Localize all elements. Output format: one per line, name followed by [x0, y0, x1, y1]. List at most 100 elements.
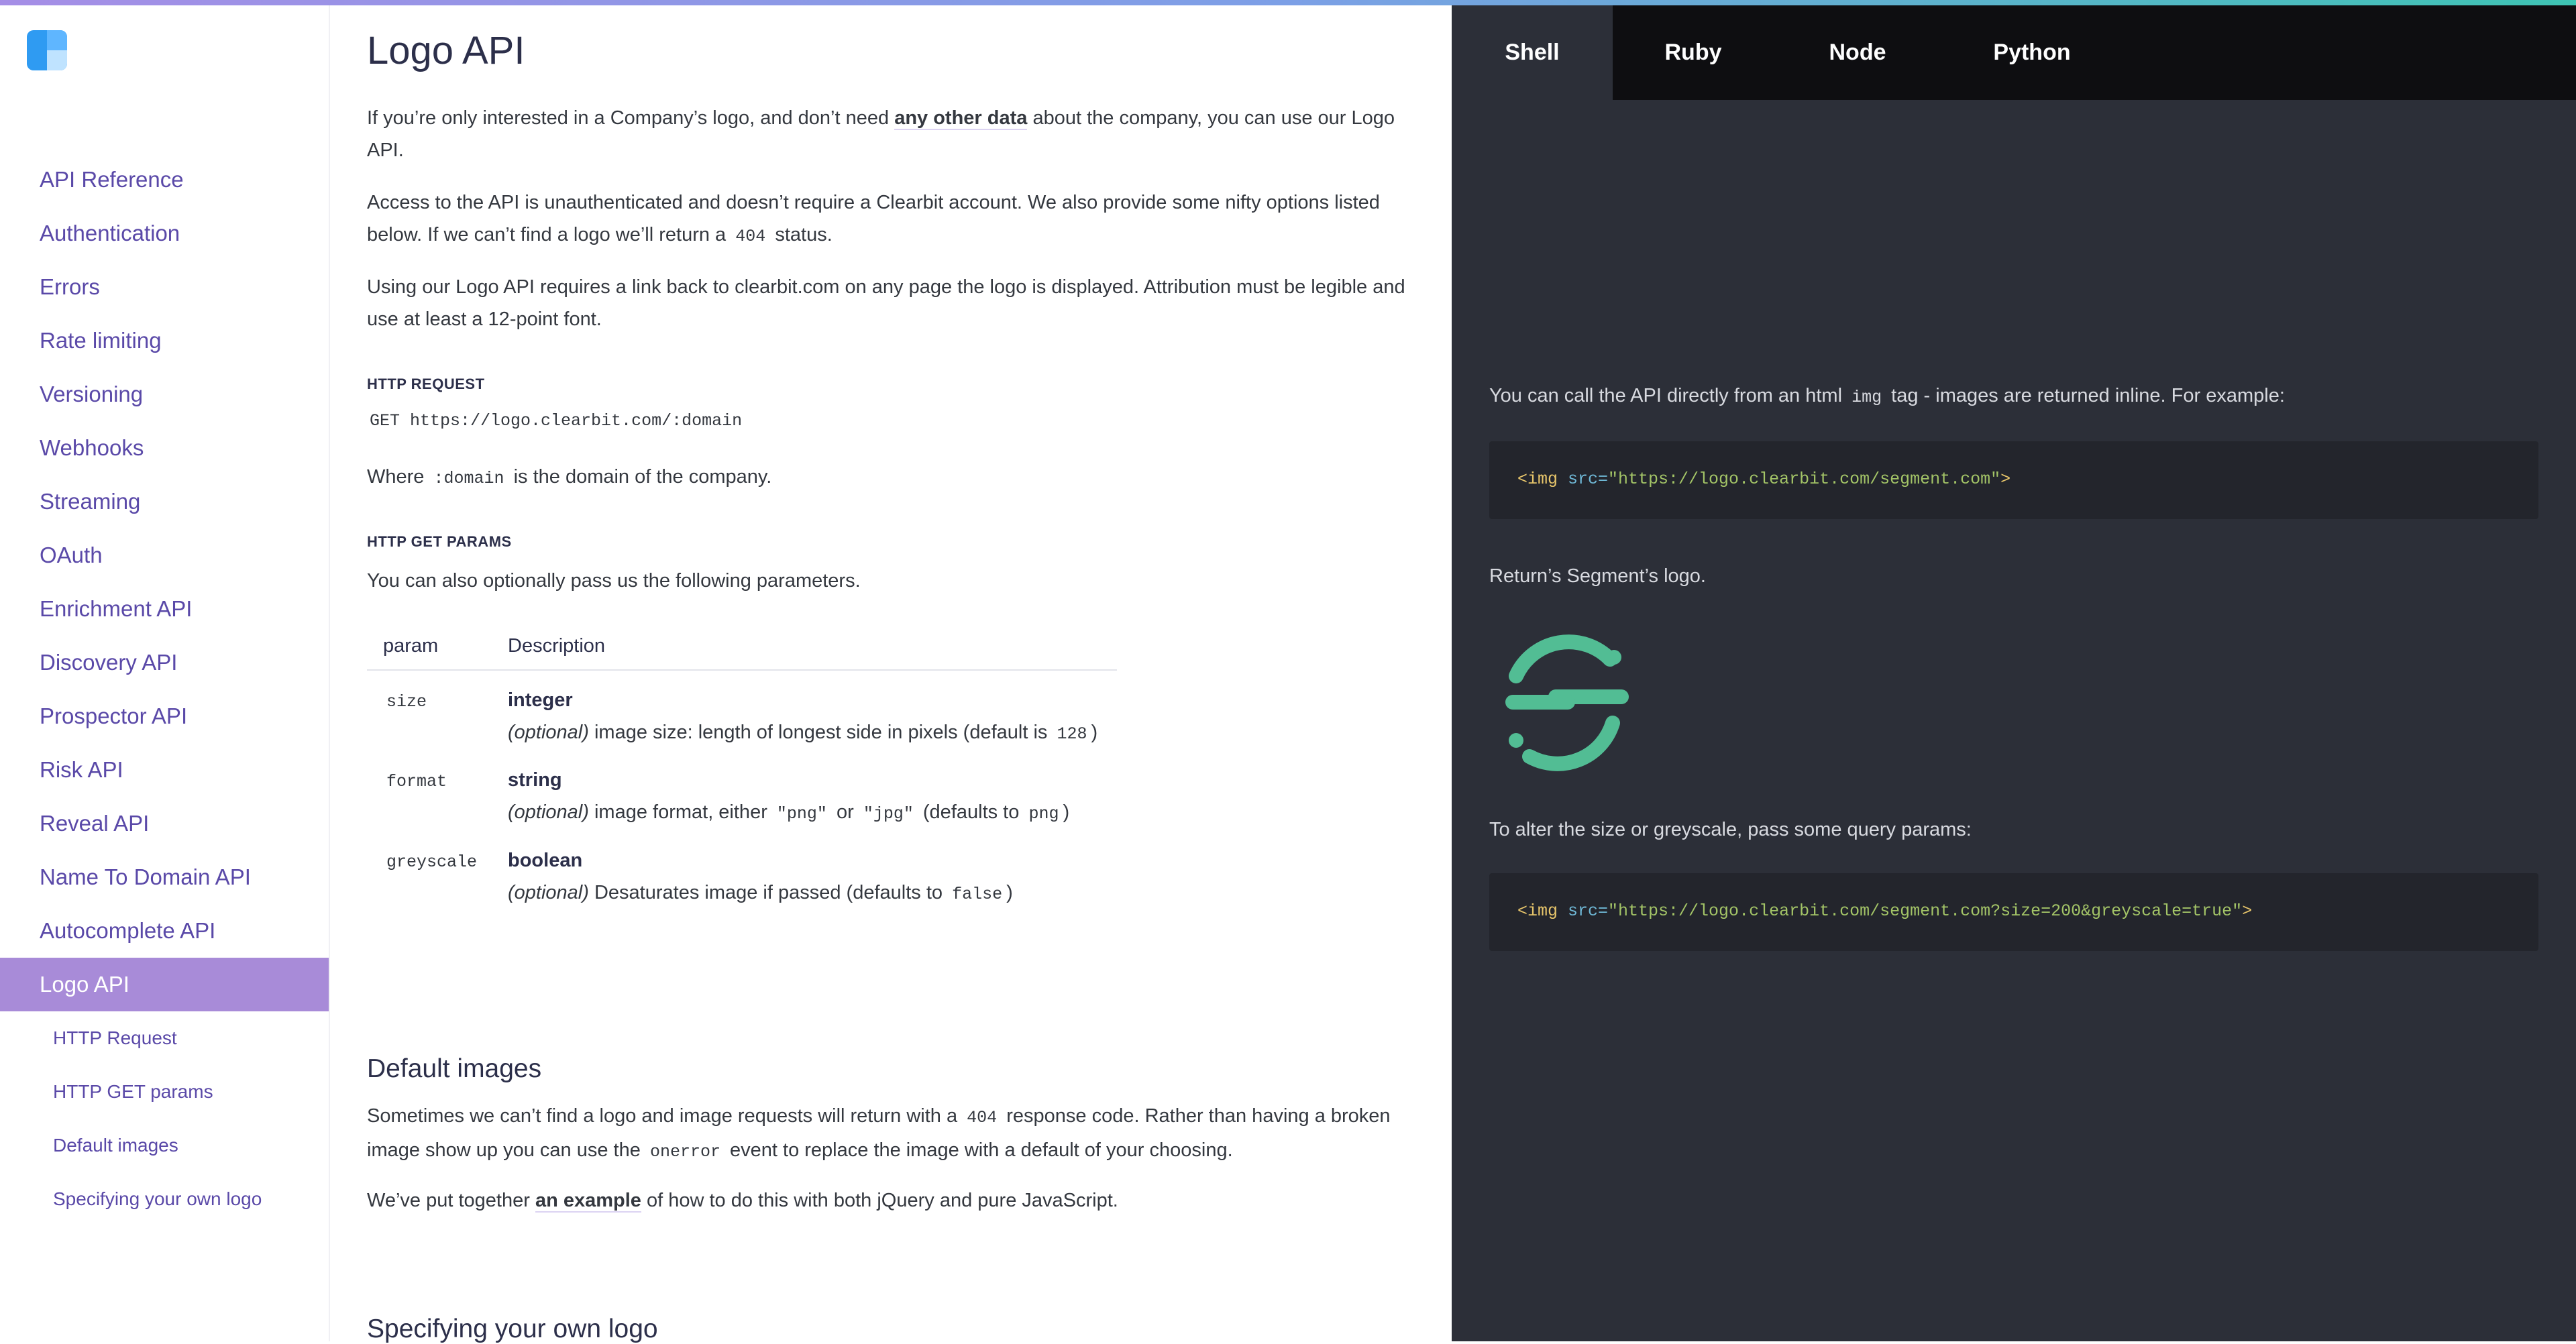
intro-text: Access to the API is unauthenticated and… — [367, 192, 1380, 245]
sidebar-item-autocomplete-api[interactable]: Autocomplete API — [0, 904, 329, 958]
sidebar-item-rate-limiting[interactable]: Rate limiting — [0, 314, 329, 368]
desc-text: (defaults to — [917, 801, 1025, 823]
sidebar-item-api-reference[interactable]: API Reference — [0, 153, 329, 207]
intro-paragraph-1: If you’re only interested in a Company’s… — [367, 102, 1413, 166]
sidebar-subitem-http-request[interactable]: HTTP Request — [0, 1011, 329, 1065]
param-type: boolean — [508, 850, 583, 871]
table-header-row: param Description — [367, 622, 1117, 671]
pane-text: You can call the API directly from an ht… — [1489, 385, 1848, 406]
code-examples-pane: Shell Ruby Node Python You can call the … — [1452, 5, 2576, 1341]
default-images-heading: Default images — [367, 1054, 542, 1083]
segment-logo-icon — [1505, 634, 1629, 771]
code-string: "https://logo.clearbit.com/segment.com" — [1608, 469, 2001, 489]
sidebar-item-logo-api[interactable]: Logo API — [0, 958, 329, 1011]
params-table: param Description size integer (optional… — [367, 622, 1117, 911]
an-example-link[interactable]: an example — [535, 1190, 641, 1213]
code-block-basic: <img src="https://logo.clearbit.com/segm… — [1489, 441, 2538, 519]
alter-size-text: To alter the size or greyscale, pass som… — [1489, 819, 1972, 840]
sidebar-subitem-default-images[interactable]: Default images — [0, 1119, 329, 1172]
param-code: format — [386, 772, 447, 791]
default-images-paragraph-1: Sometimes we can’t find a logo and image… — [367, 1100, 1413, 1168]
desc-text: ) — [1091, 722, 1098, 743]
column-header-description: Description — [492, 622, 1117, 671]
code-block-params: <img src="https://logo.clearbit.com/segm… — [1489, 873, 2538, 951]
sidebar-item-authentication[interactable]: Authentication — [0, 207, 329, 260]
sidebar-item-prospector-api[interactable]: Prospector API — [0, 689, 329, 743]
code-tag: <img — [1517, 901, 1558, 921]
where-text: is the domain of the company. — [508, 466, 772, 488]
inline-code: img — [1851, 388, 1882, 407]
tab-python[interactable]: Python — [1941, 5, 2123, 100]
intro-paragraph-3: Using our Logo API requires a link back … — [367, 276, 1405, 330]
sidebar-item-oauth[interactable]: OAuth — [0, 528, 329, 582]
language-tabs: Shell Ruby Node Python — [1452, 5, 2576, 100]
desc-text: ) — [1063, 801, 1070, 823]
code-tag: > — [2000, 469, 2011, 489]
sidebar-item-versioning[interactable]: Versioning — [0, 368, 329, 421]
table-row: format string (optional) image format, e… — [367, 750, 1117, 831]
sidebar-item-risk-api[interactable]: Risk API — [0, 743, 329, 797]
default-images-text: We’ve put together — [367, 1190, 535, 1211]
param-code: greyscale — [386, 852, 478, 872]
intro-text: If you’re only interested in a Company’s… — [367, 107, 895, 129]
default-images-text: of how to do this with both jQuery and p… — [641, 1190, 1118, 1211]
param-name: format — [367, 750, 492, 831]
intro-text: status. — [769, 224, 833, 245]
http-request-line: GET https://logo.clearbit.com/:domain — [370, 411, 743, 431]
sidebar-item-reveal-api[interactable]: Reveal API — [0, 797, 329, 850]
inline-code: 404 — [735, 227, 766, 246]
code-string: "https://logo.clearbit.com/segment.com?s… — [1608, 901, 2243, 921]
inline-code: "jpg" — [863, 804, 914, 824]
params-intro: You can also optionally pass us the foll… — [367, 570, 861, 592]
sidebar-subitem-specifying-your-own-logo[interactable]: Specifying your own logo — [0, 1172, 329, 1226]
inline-code: "png" — [776, 804, 827, 824]
http-request-label: HTTP REQUEST — [367, 376, 485, 392]
desc-text: ) — [1006, 882, 1013, 903]
any-other-data-link[interactable]: any other data — [894, 107, 1028, 130]
where-text: Where — [367, 466, 430, 488]
sidebar-item-webhooks[interactable]: Webhooks — [0, 421, 329, 475]
code-tag: <img — [1517, 469, 1558, 489]
param-name: greyscale — [367, 831, 492, 911]
tab-node[interactable]: Node — [1774, 5, 1941, 100]
clearbit-logo-icon[interactable] — [27, 30, 67, 70]
code-attr: src= — [1558, 901, 1609, 921]
code-tag: > — [2242, 901, 2253, 921]
sidebar-nav: API Reference Authentication Errors Rate… — [0, 153, 329, 1226]
top-gradient-bar — [0, 0, 2576, 5]
code-attr: src= — [1558, 469, 1609, 489]
sidebar-subitem-http-get-params[interactable]: HTTP GET params — [0, 1065, 329, 1119]
intro-paragraph-2: Access to the API is unauthenticated and… — [367, 186, 1413, 253]
desc-text: image size: length of longest side in pi… — [588, 722, 1053, 743]
param-type: string — [508, 769, 562, 791]
inline-code: 128 — [1057, 724, 1087, 744]
inline-code: 404 — [967, 1108, 998, 1127]
optional-label: (optional) — [508, 882, 589, 903]
sidebar-item-enrichment-api[interactable]: Enrichment API — [0, 582, 329, 636]
pane-text: tag - images are returned inline. For ex… — [1886, 385, 2285, 406]
sidebar-item-name-to-domain-api[interactable]: Name To Domain API — [0, 850, 329, 904]
default-images-text: event to replace the image with a defaul… — [724, 1139, 1233, 1161]
sidebar-item-streaming[interactable]: Streaming — [0, 475, 329, 528]
call-api-text: You can call the API directly from an ht… — [1489, 385, 2285, 407]
inline-code: false — [952, 885, 1003, 904]
sidebar-item-discovery-api[interactable]: Discovery API — [0, 636, 329, 689]
desc-text: Desaturates image if passed (defaults to — [588, 882, 949, 903]
default-images-text: Sometimes we can’t find a logo and image… — [367, 1105, 963, 1127]
param-description: string (optional) image format, either "… — [492, 750, 1117, 831]
param-description: boolean (optional) Desaturates image if … — [492, 831, 1117, 911]
sidebar-item-errors[interactable]: Errors — [0, 260, 329, 314]
tab-shell[interactable]: Shell — [1452, 5, 1613, 100]
param-description: integer (optional) image size: length of… — [492, 670, 1117, 750]
inline-code: onerror — [649, 1142, 720, 1162]
specifying-your-own-logo-heading: Specifying your own logo — [367, 1314, 658, 1343]
param-name: size — [367, 670, 492, 750]
sidebar: API Reference Authentication Errors Rate… — [0, 5, 330, 1341]
where-paragraph: Where :domain is the domain of the compa… — [367, 461, 1413, 495]
tab-ruby[interactable]: Ruby — [1613, 5, 1774, 100]
inline-code: png — [1028, 804, 1059, 824]
default-images-paragraph-2: We’ve put together an example of how to … — [367, 1184, 1413, 1217]
column-header-param: param — [367, 622, 492, 671]
table-row: size integer (optional) image size: leng… — [367, 670, 1117, 750]
param-type: integer — [508, 689, 573, 711]
